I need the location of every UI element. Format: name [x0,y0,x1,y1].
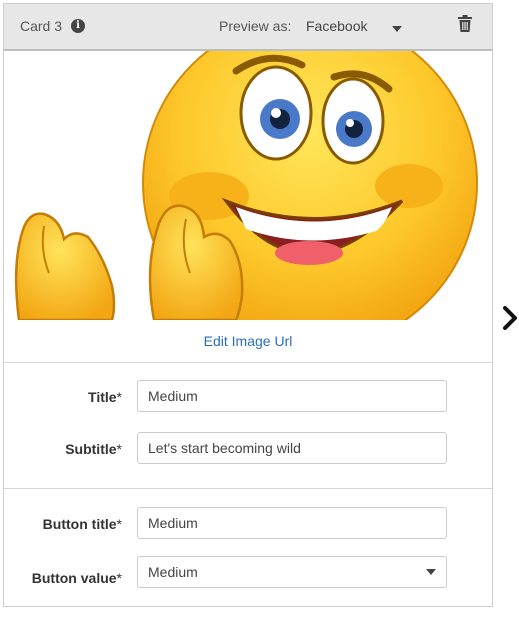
trash-icon[interactable] [458,15,472,32]
card-title: Card 3 [20,18,63,34]
chevron-down-icon [392,26,402,32]
subtitle-input[interactable] [137,432,447,464]
title-input[interactable] [137,380,447,412]
chevron-right-icon[interactable] [502,305,518,331]
chevron-down-icon [426,569,436,575]
card-panel: Card 3 i Preview as: Facebook Edit Image… [3,3,493,607]
card-header: Card 3 i Preview as: Facebook [4,4,492,51]
subtitle-label: Subtitle* [65,441,122,457]
button-title-label: Button title* [42,516,122,532]
preview-select[interactable]: Facebook [302,13,402,41]
preview-value: Facebook [306,18,368,34]
button-value-select[interactable]: Medium [137,556,447,588]
info-icon[interactable]: i [71,19,85,33]
button-value-label: Button value* [31,570,122,586]
divider [4,488,492,489]
preview-label: Preview as: [219,18,292,34]
button-value-selected: Medium [148,564,198,580]
emoji-image [14,51,478,320]
button-title-input[interactable] [137,507,447,539]
title-label: Title* [88,389,122,405]
edit-image-url-link[interactable]: Edit Image Url [4,333,492,349]
card-image [4,51,492,320]
divider [4,362,492,363]
